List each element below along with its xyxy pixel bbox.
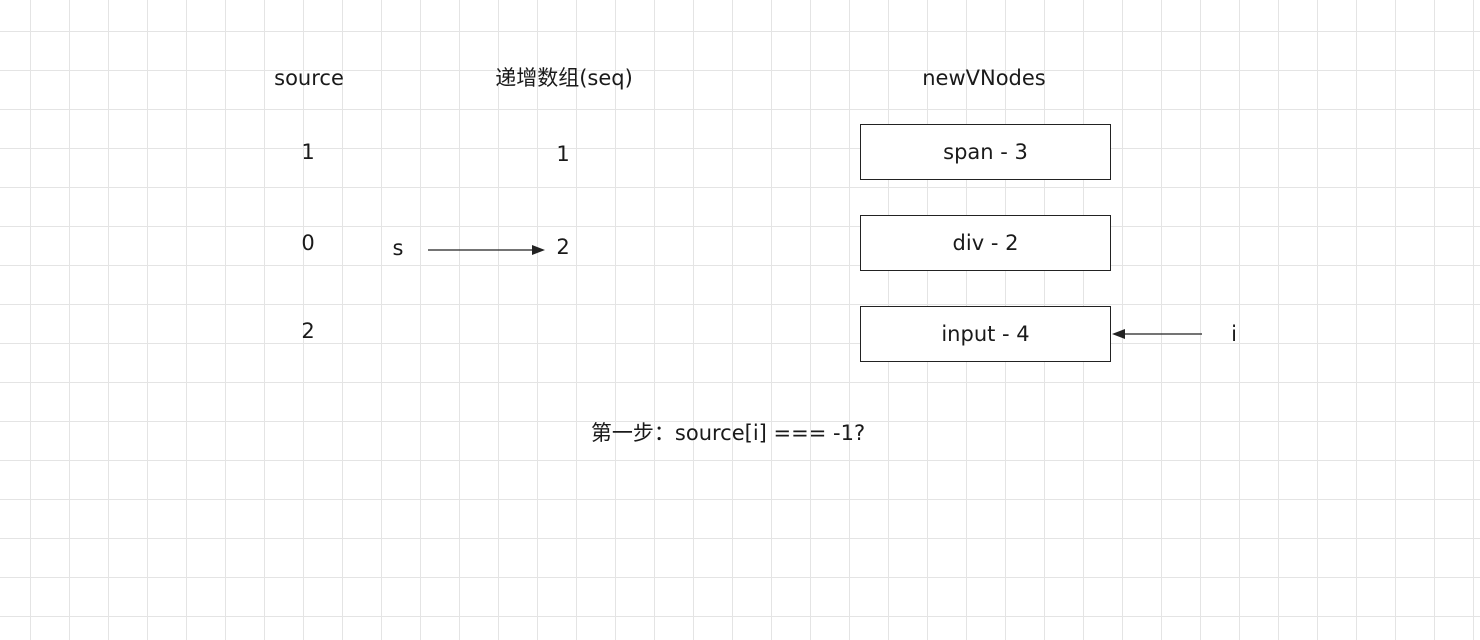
arrow-s-to-seq: [428, 245, 545, 255]
arrow-i-to-node: [1112, 329, 1202, 339]
arrows-layer: [428, 245, 1202, 339]
step-caption: 第一步：source[i] === -1?: [590, 421, 866, 445]
